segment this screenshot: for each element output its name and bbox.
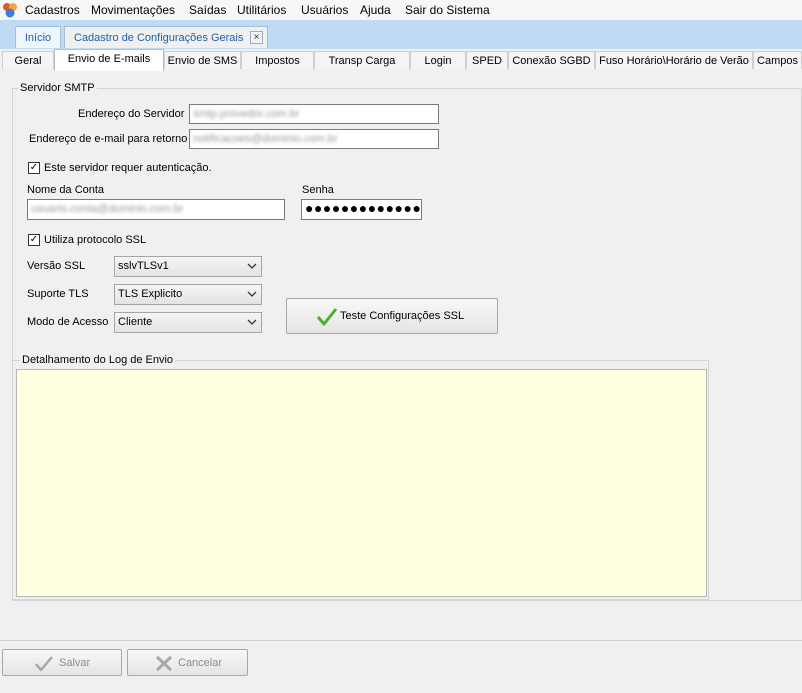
log-textarea[interactable] <box>16 369 707 597</box>
tls-value: TLS Explicito <box>118 288 183 300</box>
log-legend: Detalhamento do Log de Envio <box>20 354 176 366</box>
ssl-version-select[interactable]: sslvTLSv1 <box>114 256 262 277</box>
menu-ajuda[interactable]: Ajuda <box>360 3 391 17</box>
bottom-toolbar: Salvar Cancelar <box>0 640 802 693</box>
check-icon <box>316 308 338 326</box>
document-tab-strip: Início Cadastro de Configurações Gerais … <box>0 20 802 50</box>
tls-label: Suporte TLS <box>27 288 89 300</box>
menu-saidas[interactable]: Saídas <box>189 3 226 17</box>
password-label: Senha <box>302 184 334 196</box>
tab-login[interactable]: Login <box>410 51 466 69</box>
ssl-label: Utiliza protocolo SSL <box>44 234 147 246</box>
settings-tab-bar: Geral Envio de E-mails Envio de SMS Impo… <box>0 49 802 71</box>
tab-cadastro-configuracoes[interactable]: Cadastro de Configurações Gerais × <box>64 26 268 48</box>
chevron-down-icon <box>247 291 257 297</box>
cancel-button[interactable]: Cancelar <box>127 649 248 676</box>
ssl-version-label: Versão SSL <box>27 260 86 272</box>
chevron-down-icon <box>247 319 257 325</box>
smtp-legend: Servidor SMTP <box>18 82 97 94</box>
return-email-input[interactable]: notificacoes@dominio.com.br <box>189 129 439 149</box>
auth-label: Este servidor requer autenticação. <box>44 162 212 174</box>
ssl-checkbox[interactable]: ✓ <box>28 234 40 246</box>
tab-envio-emails[interactable]: Envio de E-mails <box>54 49 164 71</box>
access-mode-select[interactable]: Cliente <box>114 312 262 333</box>
app-logo-icon <box>3 3 17 18</box>
cancel-label: Cancelar <box>178 657 223 669</box>
server-value: smtp.provedor.com.br <box>193 108 300 120</box>
tab-impostos[interactable]: Impostos <box>241 51 314 69</box>
access-mode-value: Cliente <box>118 316 153 328</box>
server-input[interactable]: smtp.provedor.com.br <box>189 104 439 124</box>
tab-transp-carga[interactable]: Transp Carga <box>314 51 410 69</box>
account-value: usuario.conta@dominio.com.br <box>31 203 184 215</box>
access-mode-label: Modo de Acesso <box>27 316 109 328</box>
menu-movimentacoes[interactable]: Movimentações <box>91 3 175 17</box>
email-settings-panel: Servidor SMTP Endereço do Servidor smtp.… <box>0 70 802 602</box>
save-label: Salvar <box>59 657 91 669</box>
chevron-down-icon <box>247 263 257 269</box>
tab-geral[interactable]: Geral <box>2 51 54 69</box>
auth-checkbox[interactable]: ✓ <box>28 162 40 174</box>
save-button[interactable]: Salvar <box>2 649 122 676</box>
tab-sped[interactable]: SPED <box>466 51 508 69</box>
menu-usuarios[interactable]: Usuários <box>301 3 348 17</box>
check-icon <box>35 656 53 672</box>
return-email-label: Endereço de e-mail para retorno <box>29 133 188 145</box>
test-ssl-button[interactable]: Teste Configurações SSL <box>286 298 498 334</box>
server-label: Endereço do Servidor <box>78 108 185 120</box>
close-icon[interactable]: × <box>250 31 263 44</box>
tab-campos[interactable]: Campos <box>753 51 802 69</box>
tab-inicio[interactable]: Início <box>15 26 61 48</box>
tab-cadastro-label: Cadastro de Configurações Gerais <box>74 32 244 44</box>
tab-envio-sms[interactable]: Envio de SMS <box>164 51 241 69</box>
tls-select[interactable]: TLS Explicito <box>114 284 262 305</box>
return-email-value: notificacoes@dominio.com.br <box>193 133 338 145</box>
menu-utilitarios[interactable]: Utilitários <box>237 3 286 17</box>
menu-sair[interactable]: Sair do Sistema <box>405 3 490 17</box>
tab-inicio-label: Início <box>24 32 52 44</box>
account-label: Nome da Conta <box>27 184 105 196</box>
cancel-x-icon <box>155 655 173 672</box>
ssl-version-value: sslvTLSv1 <box>118 260 169 272</box>
menu-cadastros[interactable]: Cadastros <box>25 3 80 17</box>
test-ssl-label: Teste Configurações SSL <box>340 310 465 322</box>
tab-fuso-horario[interactable]: Fuso Horário\Horário de Verão <box>595 51 753 69</box>
account-input[interactable]: usuario.conta@dominio.com.br <box>27 199 285 220</box>
password-input[interactable]: ●●●●●●●●●●●●●● <box>301 199 422 220</box>
menu-bar: Cadastros Movimentações Saídas Utilitári… <box>0 0 802 20</box>
tab-conexao-sgbd[interactable]: Conexão SGBD <box>508 51 595 69</box>
